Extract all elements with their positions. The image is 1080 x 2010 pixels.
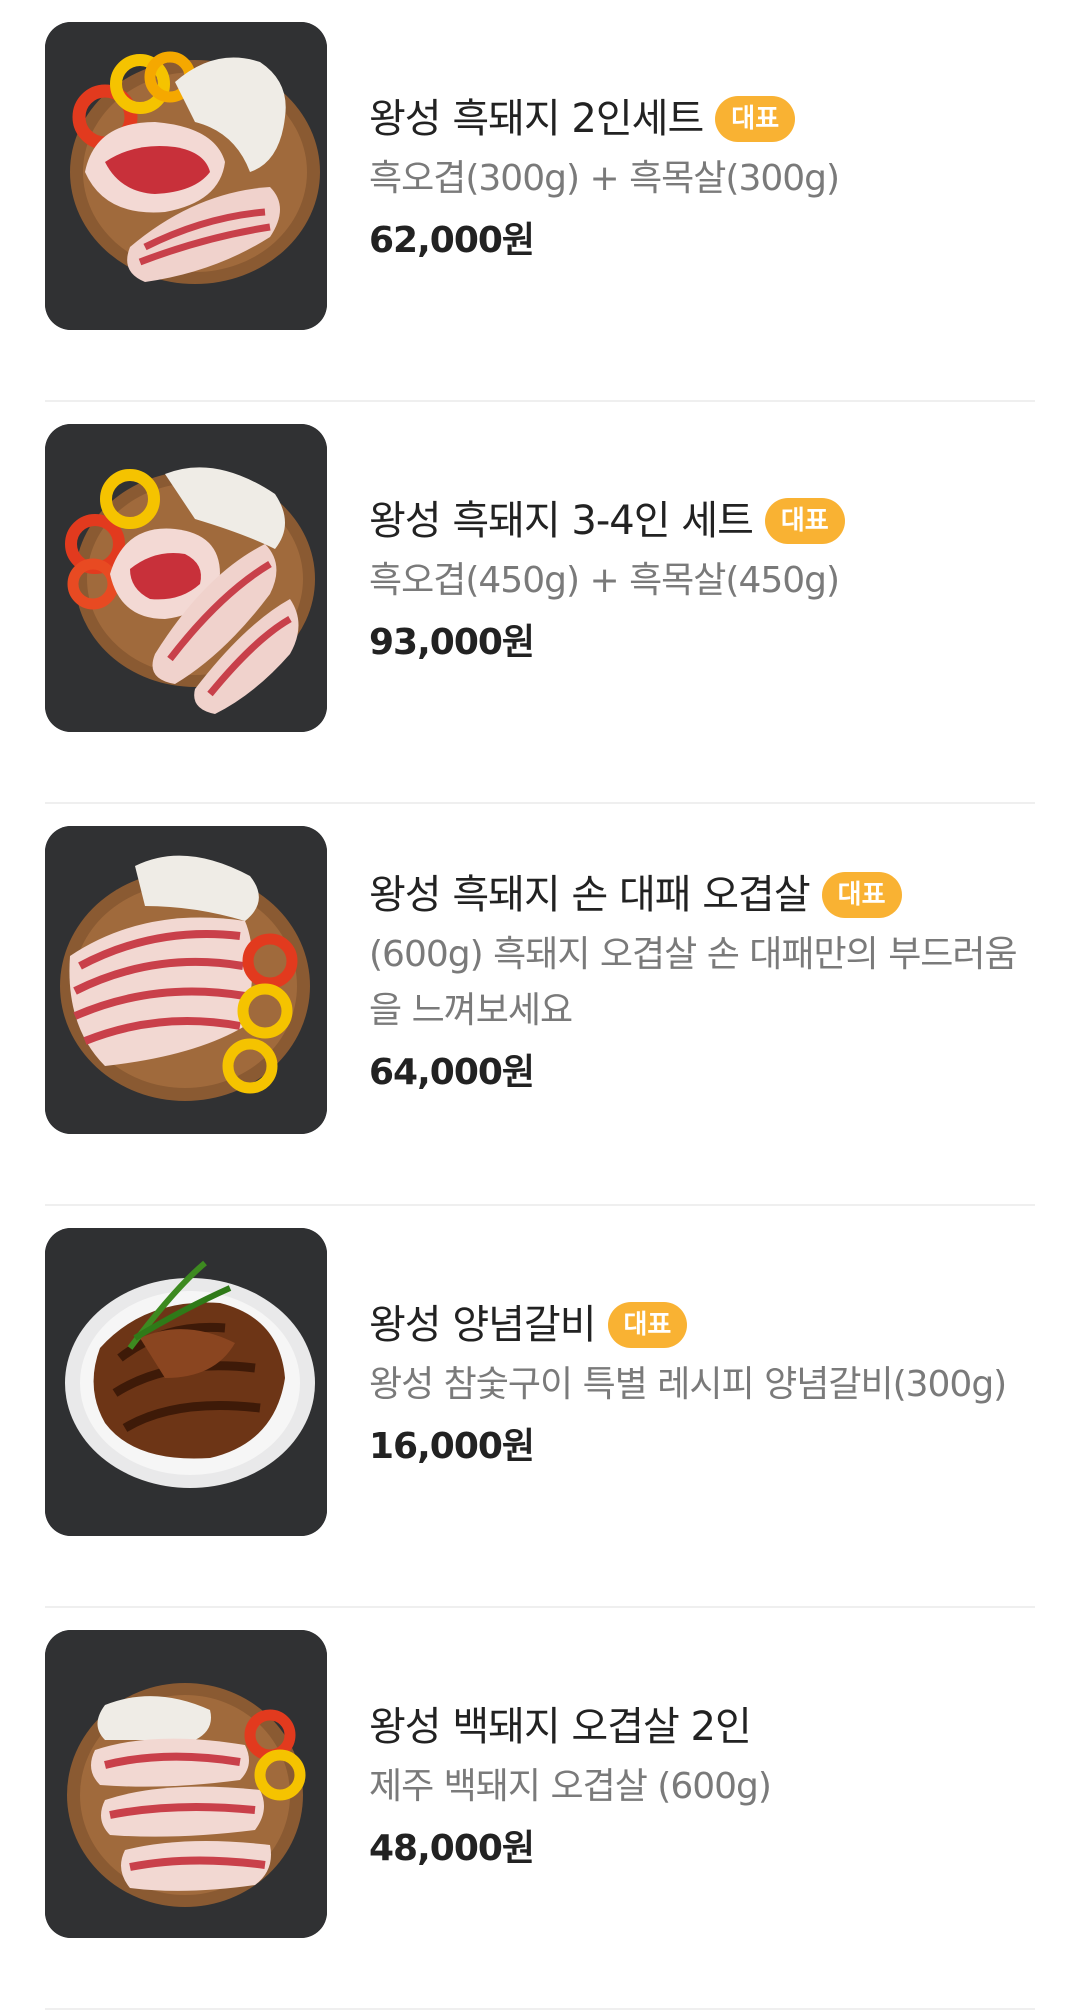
menu-item-price: 16,000원 [369, 1426, 535, 1467]
menu-item-price: 62,000원 [369, 220, 535, 261]
menu-item-info: 왕성 양념갈비 대표 왕성 참숯구이 특별 레시피 양념갈비(300g) 16,… [369, 1206, 1035, 1566]
title-row: 왕성 양념갈비 대표 [369, 1297, 1035, 1353]
menu-item-info: 왕성 흑돼지 2인세트 대표 흑오겹(300g) + 흑목살(300g) 62,… [369, 0, 1035, 360]
signature-badge: 대표 [607, 1302, 688, 1348]
signature-badge: 대표 [821, 872, 902, 918]
title-row: 왕성 흑돼지 손 대패 오겹살 대표 [369, 867, 1035, 923]
menu-item-description: 왕성 참숯구이 특별 레시피 양념갈비(300g) [369, 1364, 1007, 1405]
menu-item[interactable]: 왕성 흑돼지 3-4인 세트 대표 흑오겹(450g) + 흑목살(450g) … [45, 402, 1035, 804]
menu-item-name: 왕성 흑돼지 손 대패 오겹살 [369, 872, 811, 918]
menu-item-info: 왕성 흑돼지 손 대패 오겹살 대표 (600g) 흑돼지 오겹살 손 대패만의… [369, 804, 1035, 1164]
menu-item[interactable]: 왕성 흑돼지 2인세트 대표 흑오겹(300g) + 흑목살(300g) 62,… [45, 0, 1035, 402]
menu-item-name: 왕성 흑돼지 2인세트 [369, 96, 704, 142]
menu-item-description: 흑오겹(450g) + 흑목살(450g) [369, 560, 840, 601]
menu-item-image[interactable] [45, 1630, 327, 1938]
menu-item-image[interactable] [45, 424, 327, 732]
menu-item-image[interactable] [45, 22, 327, 330]
signature-badge: 대표 [764, 498, 845, 544]
menu-item-description: (600g) 흑돼지 오겹살 손 대패만의 부드러움을 느껴보세요 [369, 934, 1018, 1031]
menu-item-description: 흑오겹(300g) + 흑목살(300g) [369, 158, 840, 199]
menu-item-image[interactable] [45, 826, 327, 1134]
title-row: 왕성 흑돼지 3-4인 세트 대표 [369, 493, 1035, 549]
menu-item-info: 왕성 백돼지 오겹살 2인 제주 백돼지 오겹살 (600g) 48,000원 [369, 1608, 1035, 1968]
menu-item-image[interactable] [45, 1228, 327, 1536]
menu-item-name: 왕성 백돼지 오겹살 2인 [369, 1704, 752, 1750]
menu-item-name: 왕성 흑돼지 3-4인 세트 [369, 498, 754, 544]
title-row: 왕성 백돼지 오겹살 2인 [369, 1699, 1035, 1755]
menu-item-price: 64,000원 [369, 1052, 535, 1093]
menu-item-info: 왕성 흑돼지 3-4인 세트 대표 흑오겹(450g) + 흑목살(450g) … [369, 402, 1035, 762]
menu-list: 왕성 흑돼지 2인세트 대표 흑오겹(300g) + 흑목살(300g) 62,… [0, 0, 1080, 2010]
menu-item[interactable]: 왕성 백돼지 오겹살 2인 제주 백돼지 오겹살 (600g) 48,000원 [45, 1608, 1035, 2010]
menu-item-price: 93,000원 [369, 622, 535, 663]
menu-item-description: 제주 백돼지 오겹살 (600g) [369, 1766, 772, 1807]
signature-badge: 대표 [715, 96, 796, 142]
menu-item-name: 왕성 양념갈비 [369, 1302, 597, 1348]
menu-item-price: 48,000원 [369, 1828, 535, 1869]
menu-item[interactable]: 왕성 양념갈비 대표 왕성 참숯구이 특별 레시피 양념갈비(300g) 16,… [45, 1206, 1035, 1608]
title-row: 왕성 흑돼지 2인세트 대표 [369, 91, 1035, 147]
menu-item[interactable]: 왕성 흑돼지 손 대패 오겹살 대표 (600g) 흑돼지 오겹살 손 대패만의… [45, 804, 1035, 1206]
